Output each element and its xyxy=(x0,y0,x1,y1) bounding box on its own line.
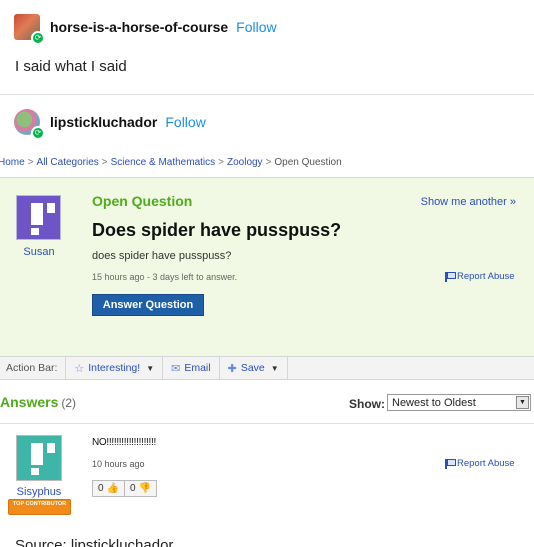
yahoo-answers-screenshot: Home > All Categories > Science & Mathematic… xyxy=(0,150,534,547)
interesting-button[interactable]: ☆ Interesting! ▼ xyxy=(66,357,164,379)
question-body: does spider have pusspuss? xyxy=(92,250,232,262)
flag-icon xyxy=(445,271,456,282)
report-abuse-label: Report Abuse xyxy=(457,458,515,469)
show-another-link[interactable]: Show me another » xyxy=(421,196,516,208)
question-status: Open Question xyxy=(92,193,193,209)
answerer-avatar[interactable] xyxy=(16,435,62,481)
action-bar: Action Bar: ☆ Interesting! ▼ ✉ Email ✚ S… xyxy=(0,356,534,380)
default-avatar-icon xyxy=(31,203,55,235)
breadcrumb-home[interactable]: Home xyxy=(0,157,25,168)
star-icon: ☆ xyxy=(74,361,85,375)
avatar[interactable]: ⟳ xyxy=(14,14,45,45)
username[interactable]: lipstickluchador xyxy=(50,114,157,130)
reblog-icon: ⟳ xyxy=(31,31,45,45)
save-button[interactable]: ✚ Save ▼ xyxy=(220,357,288,379)
answers-title: Answers xyxy=(0,394,59,410)
email-button[interactable]: ✉ Email xyxy=(163,357,220,379)
interesting-label: Interesting! xyxy=(88,362,141,374)
envelope-icon: ✉ xyxy=(171,361,181,375)
answer-text: NO!!!!!!!!!!!!!!!!!!!! xyxy=(92,437,156,448)
breadcrumb-current: Open Question xyxy=(274,157,342,168)
divider xyxy=(0,423,534,424)
breadcrumb: Home > All Categories > Science & Mathematic… xyxy=(0,157,342,168)
post-header: ⟳ lipstickluchador Follow xyxy=(14,108,206,140)
thumbs-up-icon: 👍 xyxy=(106,483,120,494)
answers-count: (2) xyxy=(61,396,77,410)
action-bar-label: Action Bar: xyxy=(0,357,67,379)
breadcrumb-science[interactable]: Science & Mathematics xyxy=(111,157,216,168)
divider xyxy=(0,94,534,95)
sort-value: Newest to Oldest xyxy=(392,396,476,409)
chevron-down-icon: ▼ xyxy=(270,363,279,373)
post-header: ⟳ horse-is-a-horse-of-course Follow xyxy=(14,13,277,45)
answer-time: 10 hours ago xyxy=(92,459,145,469)
top-contributor-badge: TOP CONTRIBUTOR xyxy=(8,499,71,515)
default-avatar-icon xyxy=(31,443,55,475)
answerer-name[interactable]: Sisyphus xyxy=(16,486,62,498)
plus-icon: ✚ xyxy=(227,361,237,375)
answer-question-button[interactable]: Answer Question xyxy=(92,294,204,316)
answers-heading: Answers (2) xyxy=(0,394,76,410)
sort-label: Show: xyxy=(349,397,385,411)
question-title: Does spider have pusspuss? xyxy=(92,220,342,240)
report-abuse-label: Report Abuse xyxy=(457,271,515,282)
flag-icon xyxy=(445,458,456,469)
chevron-down-icon[interactable]: ▼ xyxy=(516,396,529,409)
report-abuse-link[interactable]: Report Abuse xyxy=(445,271,515,282)
report-abuse-link[interactable]: Report Abuse xyxy=(445,458,515,469)
sort-select[interactable]: Newest to Oldest ▼ xyxy=(387,394,531,411)
save-label: Save xyxy=(240,362,265,374)
source-text: Source: lipstickluchador xyxy=(15,537,174,547)
vote-group: 0 👍 0 👎 xyxy=(92,480,158,497)
thumbs-up-button[interactable]: 0 👍 xyxy=(92,480,126,497)
breadcrumb-zoology[interactable]: Zoology xyxy=(227,157,263,168)
avatar[interactable]: ⟳ xyxy=(14,109,45,140)
chevron-down-icon: ▼ xyxy=(146,363,155,373)
thumbs-down-icon: 👎 xyxy=(138,483,152,494)
username[interactable]: horse-is-a-horse-of-course xyxy=(50,19,228,35)
reblog-icon: ⟳ xyxy=(31,126,45,140)
email-label: Email xyxy=(184,362,211,374)
asker-name[interactable]: Susan xyxy=(16,246,62,258)
thumbs-down-button[interactable]: 0 👎 xyxy=(125,480,158,497)
post-text: I said what I said xyxy=(15,58,127,75)
thumbs-up-count: 0 xyxy=(98,483,104,494)
breadcrumb-all-categories[interactable]: All Categories xyxy=(37,157,99,168)
follow-button[interactable]: Follow xyxy=(236,19,276,35)
thumbs-down-count: 0 xyxy=(130,483,136,494)
asker-avatar[interactable] xyxy=(16,195,61,240)
question-meta: 15 hours ago - 3 days left to answer. xyxy=(92,272,238,282)
question-box: Susan Open Question Show me another » Do… xyxy=(0,177,534,379)
follow-button[interactable]: Follow xyxy=(165,114,205,130)
